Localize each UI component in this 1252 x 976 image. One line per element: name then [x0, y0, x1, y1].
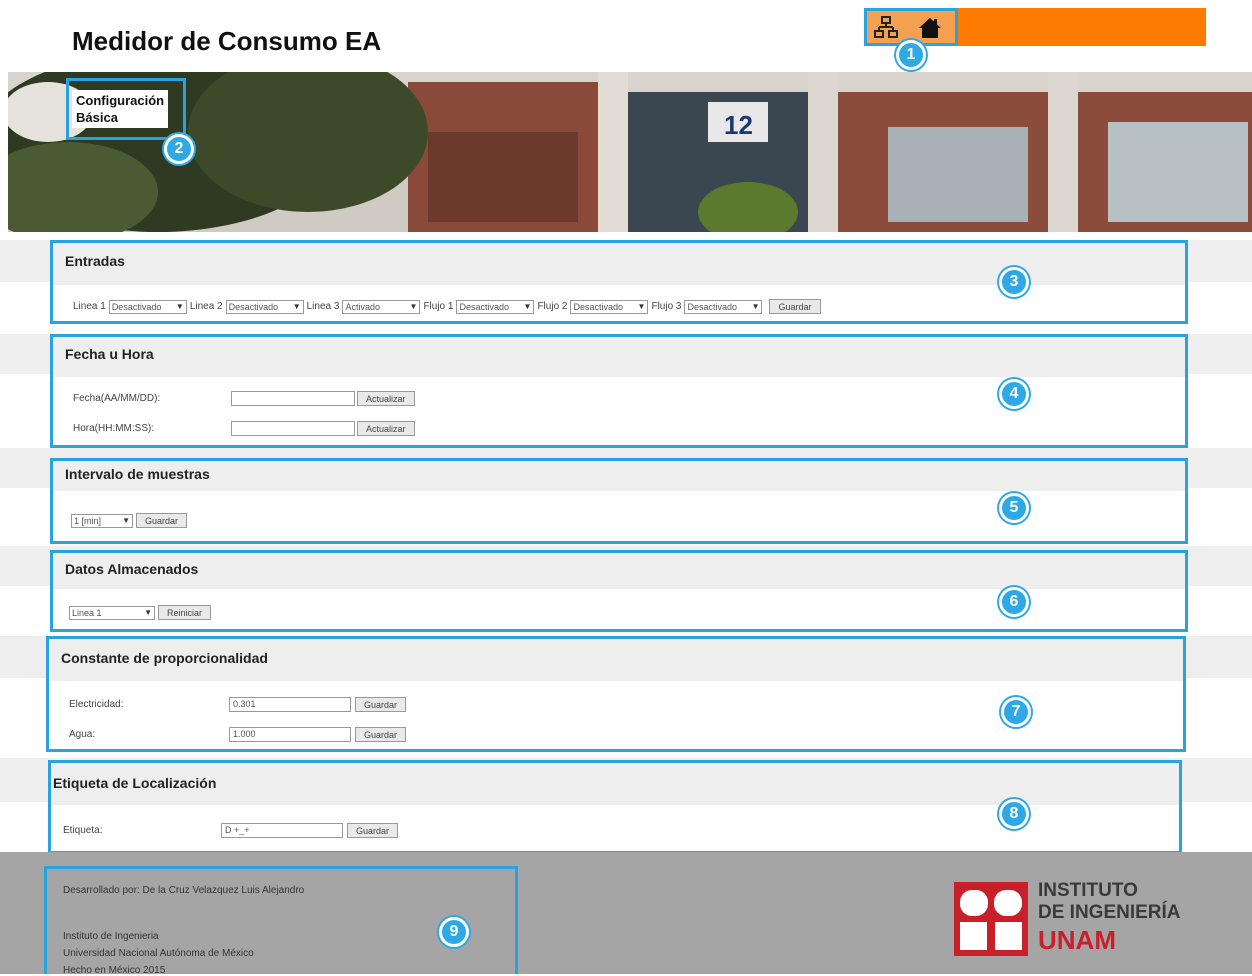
nav-label-line1: Configuración: [76, 93, 165, 108]
developer-credit: Desarrollado por: De la Cruz Velazquez L…: [63, 885, 305, 896]
hero-banner: 12: [8, 72, 1252, 232]
chevron-down-icon: ▼: [175, 302, 184, 311]
linea1-label: Linea 1: [73, 301, 106, 312]
chevron-down-icon: ▼: [637, 302, 646, 311]
linea3-label: Linea 3: [306, 301, 340, 312]
logo-line3: UNAM: [1038, 925, 1116, 955]
footer-line1: Instituto de Ingenieria: [63, 931, 159, 942]
section-title: Intervalo de muestras: [53, 461, 1185, 491]
chevron-down-icon: ▼: [144, 608, 152, 617]
flujo1-select[interactable]: Desactivado ▼: [456, 299, 535, 314]
footer-credits-box: Desarrollado por: De la Cruz Velazquez L…: [44, 866, 518, 976]
callout-9: 9: [439, 917, 469, 947]
callout-8: 8: [999, 799, 1029, 829]
callout-1: 1: [896, 40, 926, 70]
chevron-down-icon: ▼: [292, 302, 301, 311]
flujo3-select[interactable]: Desactivado ▼: [684, 299, 763, 314]
data-line-select[interactable]: Linea 1 ▼: [69, 605, 155, 620]
linea2-label: Linea 2: [189, 301, 223, 312]
time-row: Hora(HH:MM:SS): Actualizar: [73, 421, 415, 436]
chevron-down-icon: ▼: [122, 516, 130, 525]
reset-button[interactable]: Reiniciar: [158, 605, 212, 620]
chevron-down-icon: ▼: [523, 302, 532, 311]
top-bar: [958, 8, 1206, 46]
section-etiqueta: Etiqueta de Localización Etiqueta: D +_+…: [48, 760, 1182, 854]
callout-2: 2: [164, 134, 194, 164]
building-photo: 12: [8, 72, 1252, 232]
agua-row: Agua: 1.000 Guardar: [69, 727, 407, 742]
time-label: Hora(HH:MM:SS):: [73, 423, 155, 434]
nav-label-line2: Básica: [76, 110, 118, 125]
agua-label: Agua:: [69, 729, 96, 740]
section-intervalo: Intervalo de muestras 1 [min] ▼ Guardar 5: [50, 458, 1188, 544]
footer-line2: Universidad Nacional Autónoma de México: [63, 948, 254, 959]
unam-logo: INSTITUTO DE INGENIERÍA UNAM: [954, 878, 1194, 968]
agua-save-button[interactable]: Guardar: [355, 727, 407, 742]
section-fecha: Fecha u Hora Fecha(AA/MM/DD): Actualizar…: [50, 334, 1188, 448]
home-icon[interactable]: [917, 15, 943, 41]
page-title: Medidor de Consumo EA: [72, 26, 382, 56]
interval-save-button[interactable]: Guardar: [136, 513, 188, 528]
flujo2-label: Flujo 2: [537, 301, 568, 312]
entradas-save-button[interactable]: Guardar: [769, 299, 821, 314]
section-title: Fecha u Hora: [53, 337, 1185, 377]
agua-input[interactable]: 1.000: [229, 727, 351, 742]
section-title: Constante de proporcionalidad: [49, 639, 1183, 681]
section-title: Datos Almacenados: [53, 553, 1185, 589]
nav-config-basica[interactable]: Configuración Básica: [72, 90, 169, 128]
callout-5: 5: [999, 493, 1029, 523]
date-input[interactable]: [231, 391, 355, 406]
date-update-button[interactable]: Actualizar: [357, 391, 415, 406]
footer-line3: Hecho en México 2015: [63, 965, 166, 976]
linea2-select[interactable]: Desactivado ▼: [225, 299, 304, 314]
callout-7: 7: [1001, 697, 1031, 727]
etiqueta-save-button[interactable]: Guardar: [347, 823, 399, 838]
date-label: Fecha(AA/MM/DD):: [73, 393, 161, 404]
chevron-down-icon: ▼: [409, 302, 418, 311]
datos-row: Linea 1 ▼ Reiniciar: [69, 605, 212, 620]
callout-4: 4: [999, 379, 1029, 409]
logo-line1: INSTITUTO: [1038, 880, 1138, 901]
electricidad-label: Electricidad:: [69, 699, 124, 710]
date-row: Fecha(AA/MM/DD): Actualizar: [73, 391, 415, 406]
callout-6: 6: [999, 587, 1029, 617]
building-number: 12: [724, 110, 753, 140]
etiqueta-input[interactable]: D +_+: [221, 823, 343, 838]
flujo2-select[interactable]: Desactivado ▼: [570, 299, 649, 314]
instituto-logo-icon: [954, 882, 1028, 956]
logo-line2: DE INGENIERÍA: [1038, 902, 1181, 923]
time-input[interactable]: [231, 421, 355, 436]
entradas-row: Linea 1 Desactivado ▼ Linea 2 Desactivado…: [73, 299, 821, 314]
electricidad-row: Electricidad: 0.301 Guardar: [69, 697, 407, 712]
section-datos: Datos Almacenados Linea 1 ▼ Reiniciar 6: [50, 550, 1188, 632]
linea3-select[interactable]: Activado ▼: [342, 299, 421, 314]
etiqueta-label: Etiqueta:: [63, 825, 103, 836]
section-constante: Constante de proporcionalidad Electricid…: [46, 636, 1186, 752]
network-icon[interactable]: [873, 15, 899, 41]
callout-3: 3: [999, 267, 1029, 297]
intervalo-row: 1 [min] ▼ Guardar: [71, 513, 188, 528]
flujo1-label: Flujo 1: [423, 301, 454, 312]
flujo3-label: Flujo 3: [651, 301, 682, 312]
chevron-down-icon: ▼: [751, 302, 760, 311]
linea1-select[interactable]: Desactivado ▼: [108, 299, 187, 314]
electricidad-input[interactable]: 0.301: [229, 697, 351, 712]
interval-select[interactable]: 1 [min] ▼: [71, 513, 133, 528]
time-update-button[interactable]: Actualizar: [357, 421, 415, 436]
etiqueta-row: Etiqueta: D +_+ Guardar: [63, 823, 399, 838]
electricidad-save-button[interactable]: Guardar: [355, 697, 407, 712]
section-entradas: Entradas Linea 1 Desactivado ▼ Linea 2 De…: [50, 240, 1188, 324]
